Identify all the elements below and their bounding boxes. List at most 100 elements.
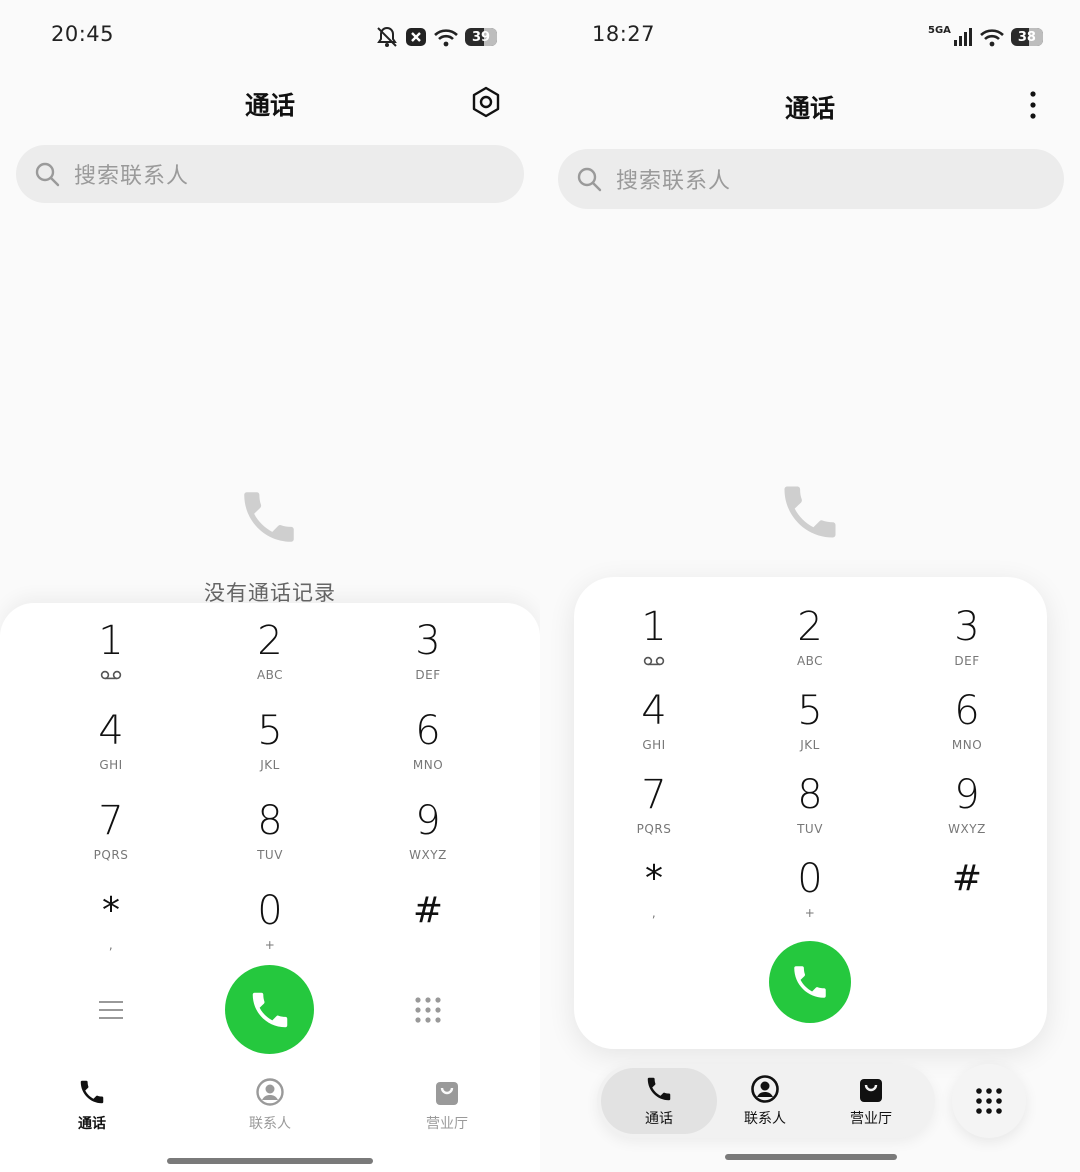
tab-store[interactable]: 营业厅 bbox=[821, 1074, 921, 1130]
phone-icon bbox=[794, 966, 826, 998]
key-9[interactable]: 9 WXYZ bbox=[907, 773, 1027, 853]
tab-label: 通话 bbox=[645, 1111, 673, 1127]
key-0[interactable]: 0 + bbox=[750, 857, 870, 937]
key-letters: PQRS bbox=[93, 848, 129, 862]
search-icon bbox=[35, 162, 60, 187]
status-time: 18:27 bbox=[592, 22, 656, 46]
key-digit: 9 bbox=[954, 772, 980, 818]
key-6[interactable]: 6 MNO bbox=[368, 709, 488, 789]
key-hash[interactable]: # bbox=[907, 857, 1027, 937]
key-letters: GHI bbox=[642, 738, 666, 752]
key-digit: # bbox=[412, 890, 444, 931]
tab-label: 联系人 bbox=[744, 1111, 786, 1127]
search-input[interactable]: 搜索联系人 bbox=[558, 149, 1064, 209]
key-4[interactable]: 4 GHI bbox=[51, 709, 171, 789]
key-digit: # bbox=[951, 858, 983, 899]
key-letters: ABC bbox=[796, 654, 824, 668]
key-4[interactable]: 4 GHI bbox=[594, 689, 714, 769]
key-letters: MNO bbox=[412, 758, 444, 772]
key-digit: 0 bbox=[257, 888, 283, 934]
key-9[interactable]: 9 WXYZ bbox=[368, 799, 488, 879]
tab-label: 营业厅 bbox=[850, 1111, 892, 1127]
key-digit: 1 bbox=[641, 604, 667, 650]
settings-hex-icon bbox=[472, 86, 500, 118]
voicemail-icon bbox=[100, 667, 122, 683]
key-digit: 4 bbox=[98, 708, 124, 754]
key-star[interactable]: * , bbox=[51, 889, 171, 969]
tab-label: 通话 bbox=[78, 1116, 106, 1132]
key-5[interactable]: 5 JKL bbox=[750, 689, 870, 769]
shop-bag-icon bbox=[860, 1079, 882, 1102]
key-digit: 8 bbox=[797, 772, 823, 818]
key-letters: WXYZ bbox=[948, 822, 986, 836]
key-digit: * bbox=[102, 890, 120, 931]
right-phone-screen: 18:27 5GA 38 通话 搜索联系人 1 2 ABC 3 DEF 4 GH… bbox=[540, 0, 1080, 1172]
key-digit: 2 bbox=[257, 618, 283, 664]
battery-indicator: 38 bbox=[1010, 28, 1043, 46]
tab-contacts[interactable]: 联系人 bbox=[715, 1074, 815, 1130]
sim-error-icon bbox=[406, 28, 426, 46]
page-title: 通话 bbox=[784, 94, 835, 123]
settings-button[interactable] bbox=[466, 82, 506, 122]
key-8[interactable]: 8 TUV bbox=[210, 799, 330, 879]
key-0[interactable]: 0 + bbox=[210, 889, 330, 969]
more-vertical-icon bbox=[1030, 91, 1036, 119]
tab-calls[interactable]: 通话 bbox=[609, 1074, 709, 1130]
key-digit: 6 bbox=[954, 688, 980, 734]
dialpad-grid-icon bbox=[415, 997, 441, 1023]
key-letters: TUV bbox=[257, 848, 283, 862]
key-hash[interactable]: # bbox=[368, 889, 488, 969]
key-star[interactable]: * , bbox=[594, 857, 714, 937]
hamburger-menu-icon bbox=[99, 1001, 123, 1019]
bell-muted-icon bbox=[377, 26, 397, 47]
tab-store[interactable]: 营业厅 bbox=[377, 1077, 517, 1137]
home-indicator[interactable] bbox=[167, 1158, 373, 1164]
call-button[interactable] bbox=[769, 941, 851, 1023]
dialpad-toggle-button[interactable] bbox=[952, 1064, 1026, 1138]
tab-contacts[interactable]: 联系人 bbox=[200, 1077, 340, 1137]
search-input[interactable]: 搜索联系人 bbox=[16, 145, 524, 203]
key-digit: * bbox=[645, 858, 663, 899]
page-title: 通话 bbox=[244, 91, 295, 120]
key-2[interactable]: 2 ABC bbox=[210, 619, 330, 699]
dialpad-toggle-button[interactable] bbox=[407, 989, 449, 1031]
home-indicator[interactable] bbox=[725, 1154, 897, 1160]
key-7[interactable]: 7 PQRS bbox=[594, 773, 714, 853]
status-bar: 18:27 5GA 38 bbox=[540, 0, 1080, 72]
key-letters: TUV bbox=[797, 822, 823, 836]
key-digit: 9 bbox=[415, 798, 441, 844]
shop-bag-icon bbox=[436, 1082, 458, 1105]
contact-icon bbox=[256, 1078, 284, 1106]
more-menu-button[interactable] bbox=[1013, 85, 1053, 125]
key-letters: PQRS bbox=[636, 822, 672, 836]
search-placeholder: 搜索联系人 bbox=[616, 169, 732, 194]
key-letters: + bbox=[804, 906, 816, 920]
key-letters: , bbox=[651, 906, 657, 920]
key-digit: 1 bbox=[98, 618, 124, 664]
dialpad-panel: 1 2 ABC 3 DEF 4 GHI 5 JKL 6 MNO 7 PQRS 8… bbox=[0, 603, 540, 1172]
key-3[interactable]: 3 DEF bbox=[907, 605, 1027, 685]
key-5[interactable]: 5 JKL bbox=[210, 709, 330, 789]
key-1[interactable]: 1 bbox=[594, 605, 714, 685]
key-digit: 3 bbox=[415, 618, 441, 664]
key-digit: 5 bbox=[257, 708, 283, 754]
bottom-nav: 通话 联系人 营业厅 bbox=[597, 1064, 935, 1138]
key-letters: JKL bbox=[800, 738, 820, 752]
key-1[interactable]: 1 bbox=[51, 619, 171, 699]
phone-icon bbox=[252, 992, 287, 1027]
key-letters: + bbox=[264, 938, 276, 952]
wifi-icon bbox=[434, 29, 458, 47]
key-7[interactable]: 7 PQRS bbox=[51, 799, 171, 879]
call-button[interactable] bbox=[225, 965, 314, 1054]
tab-calls[interactable]: 通话 bbox=[22, 1077, 162, 1137]
key-6[interactable]: 6 MNO bbox=[907, 689, 1027, 769]
key-3[interactable]: 3 DEF bbox=[368, 619, 488, 699]
key-letters: ABC bbox=[256, 668, 284, 682]
key-2[interactable]: 2 ABC bbox=[750, 605, 870, 685]
key-8[interactable]: 8 TUV bbox=[750, 773, 870, 853]
menu-button[interactable] bbox=[90, 989, 132, 1031]
voicemail-icon bbox=[643, 653, 665, 669]
key-digit: 6 bbox=[415, 708, 441, 754]
wifi-icon bbox=[980, 29, 1004, 47]
key-digit: 8 bbox=[257, 798, 283, 844]
